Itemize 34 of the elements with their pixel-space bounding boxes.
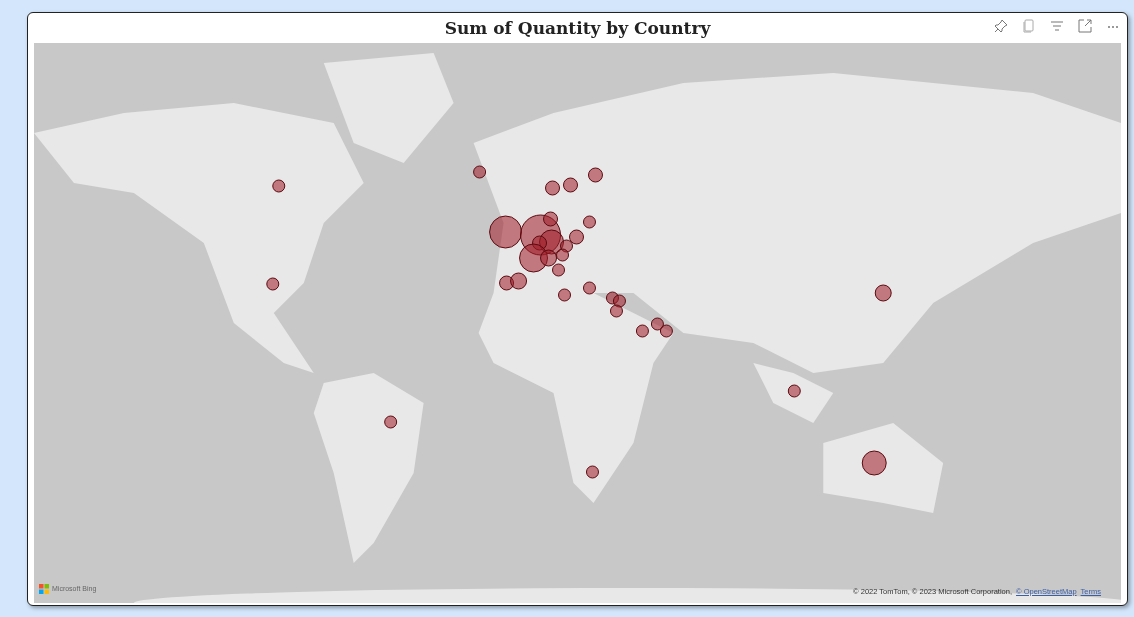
bubble-marker[interactable] xyxy=(556,248,569,262)
bubble-marker[interactable] xyxy=(583,281,596,295)
bubble-marker[interactable] xyxy=(583,215,596,229)
bubble-marker[interactable] xyxy=(586,465,599,479)
bubble-marker[interactable] xyxy=(558,288,571,302)
bubble-marker[interactable] xyxy=(787,384,801,398)
bubble-marker[interactable] xyxy=(543,211,558,227)
bubble-marker[interactable] xyxy=(861,450,887,476)
focus-mode-icon[interactable] xyxy=(1077,18,1093,34)
bubble-marker[interactable] xyxy=(540,249,557,267)
visual-title: Sum of Quantity by Country xyxy=(444,17,711,40)
bubble-marker[interactable] xyxy=(272,179,286,193)
bubble-marker[interactable] xyxy=(650,317,664,331)
bubble-marker[interactable] xyxy=(560,239,573,253)
bubble-marker[interactable] xyxy=(635,324,649,338)
bubble-marker[interactable] xyxy=(563,177,578,193)
bubble-marker[interactable] xyxy=(659,324,673,338)
bubble-marker[interactable] xyxy=(499,275,515,291)
pin-icon[interactable] xyxy=(993,18,1009,34)
bubble-marker[interactable] xyxy=(545,180,560,196)
bubble-marker[interactable] xyxy=(473,165,487,179)
bubble-marker[interactable] xyxy=(532,235,548,251)
bubble-marker[interactable] xyxy=(552,263,565,277)
bubble-marker[interactable] xyxy=(612,294,626,308)
bubble-marker[interactable] xyxy=(384,415,398,429)
bubble-marker[interactable] xyxy=(609,304,623,318)
bubble-marker[interactable] xyxy=(569,229,584,245)
bubble-marker[interactable] xyxy=(605,291,619,305)
bubble-marker[interactable] xyxy=(510,272,528,290)
bubble-marker[interactable] xyxy=(539,229,564,255)
bubble-marker[interactable] xyxy=(489,215,523,249)
bubble-marker[interactable] xyxy=(588,167,603,183)
bubble-marker[interactable] xyxy=(266,277,280,291)
bubble-marker[interactable] xyxy=(874,284,892,302)
